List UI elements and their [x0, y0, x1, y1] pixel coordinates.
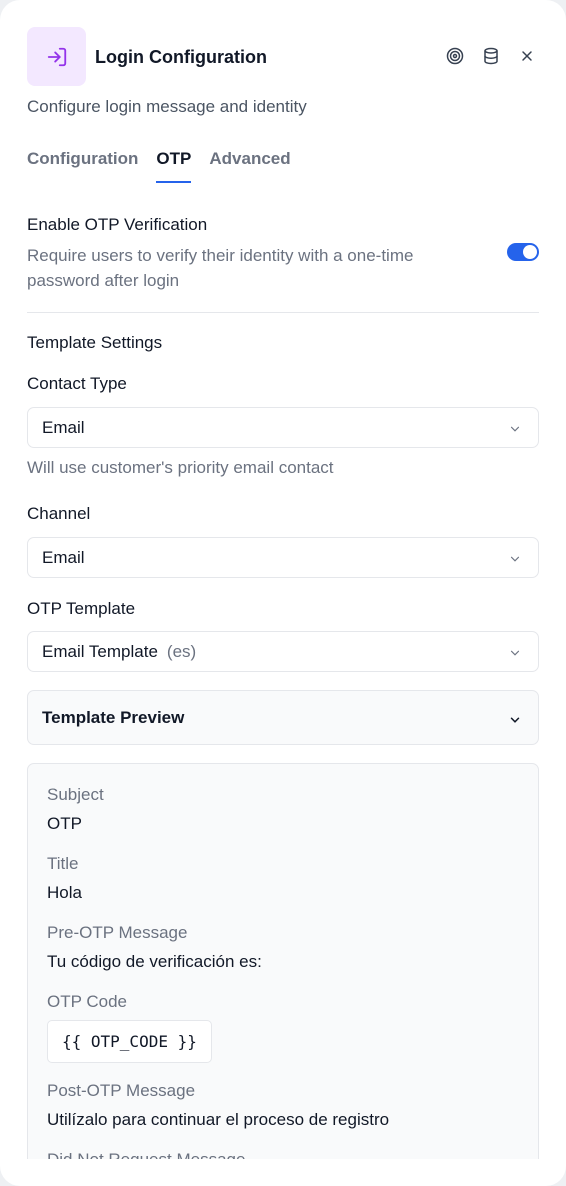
login-icon [27, 27, 86, 86]
otp-template-value: Email Template [42, 641, 158, 661]
preview-otp-code-label: OTP Code [47, 992, 128, 1011]
preview-not-requested-label: Did Not Request Message [47, 1150, 245, 1159]
preview-post-otp-label: Post-OTP Message [47, 1081, 196, 1100]
template-preview-toggle[interactable]: Template Preview [27, 690, 539, 745]
channel-label: Channel [27, 504, 91, 523]
preview-title-label: Title [47, 854, 79, 873]
section-divider [27, 312, 539, 313]
otp-enable-heading: Enable OTP Verification [27, 215, 208, 234]
chevron-down-icon [510, 650, 520, 656]
chevron-down-icon [510, 426, 520, 432]
preview-post-otp-value: Utilízalo para continuar el proceso de r… [47, 1110, 390, 1129]
otp-template-label: OTP Template [27, 599, 136, 618]
target-icon[interactable] [443, 44, 467, 68]
page-subtitle: Configure login message and identity [27, 97, 307, 116]
chevron-down-icon [510, 556, 520, 562]
preview-title-value: Hola [47, 883, 82, 902]
contact-type-select[interactable]: Email [27, 407, 539, 448]
channel-value: Email [42, 547, 85, 567]
preview-title: Title Hola [47, 854, 82, 903]
login-configuration-panel: Login Configuration Configure login mess… [0, 0, 566, 1186]
otp-enable-section: Enable OTP Verification Require users to… [27, 215, 539, 293]
template-preview-label: Template Preview [42, 707, 185, 727]
chevron-down-icon [510, 717, 520, 723]
otp-enable-toggle[interactable] [507, 243, 539, 261]
panel-scroll-area[interactable]: Login Configuration Configure login mess… [0, 0, 566, 1159]
panel-header: Login Configuration [27, 27, 539, 86]
preview-subject-label: Subject [47, 785, 104, 804]
preview-not-requested: Did Not Request Message [47, 1150, 245, 1159]
tab-bar: Configuration OTP Advanced [27, 149, 309, 183]
otp-enable-description: Require users to verify their identity w… [27, 246, 414, 290]
channel-select[interactable]: Email [27, 537, 539, 578]
otp-code-placeholder: {{ OTP_CODE }} [47, 1020, 212, 1063]
preview-pre-otp-value: Tu código de verificación es: [47, 952, 262, 971]
contact-type-value: Email [42, 417, 85, 437]
preview-pre-otp-label: Pre-OTP Message [47, 923, 188, 942]
preview-post-otp: Post-OTP Message Utilízalo para continua… [47, 1081, 389, 1130]
tab-otp[interactable]: OTP [156, 149, 192, 183]
database-icon[interactable] [479, 44, 503, 68]
preview-pre-otp: Pre-OTP Message Tu código de verificació… [47, 923, 262, 972]
preview-subject: Subject OTP [47, 785, 104, 834]
tab-configuration[interactable]: Configuration [27, 149, 138, 183]
close-icon[interactable] [515, 44, 539, 68]
otp-template-select[interactable]: Email Template (es) [27, 631, 539, 672]
contact-type-hint: Will use customer's priority email conta… [27, 458, 334, 477]
toggle-knob [523, 245, 537, 259]
preview-subject-value: OTP [47, 814, 82, 833]
contact-type-label: Contact Type [27, 374, 127, 393]
preview-otp-code: OTP Code {{ OTP_CODE }} [47, 992, 212, 1063]
page-title: Login Configuration [95, 47, 267, 67]
tab-advanced[interactable]: Advanced [209, 149, 290, 183]
template-preview-body: Subject OTP Title Hola Pre-OTP Message T… [27, 763, 539, 1159]
otp-template-language: (es) [166, 641, 197, 661]
template-settings-heading: Template Settings [27, 333, 163, 352]
